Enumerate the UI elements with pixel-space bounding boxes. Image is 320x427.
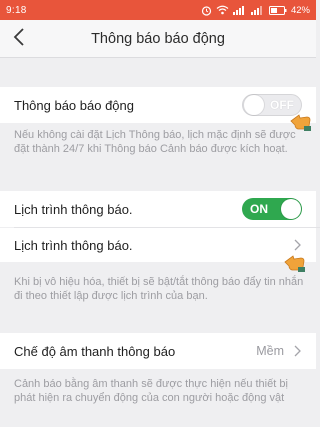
status-time: 9:18 [6,4,27,16]
alarm-hint-text: Nếu không cài đặt Lịch Thông báo, lịch m… [14,129,296,155]
signal-icon [232,5,247,15]
alarm-notification-row: Thông báo báo động OFF [0,87,316,123]
navigation-bar: Thông báo báo động [0,20,316,58]
schedule-toggle-row: Lịch trình thông báo. ON [0,191,316,227]
toggle-on-text: ON [250,202,268,216]
status-icons: 42% [201,5,310,16]
back-button[interactable] [6,24,32,54]
sound-mode-value: Mềm [256,344,284,358]
signal-icon-2 [250,5,265,15]
wifi-icon [216,5,229,15]
schedule-hint-text: Khi bị vô hiệu hóa, thiết bị sẽ bật/tắt … [14,276,304,302]
battery-icon [268,5,287,15]
chevron-left-icon [13,28,25,50]
alarm-notification-label: Thông báo báo động [14,97,134,113]
schedule-toggle-label: Lịch trình thông báo. [14,201,133,217]
schedule-link-label: Lịch trình thông báo. [14,237,133,253]
toggle-knob [244,95,264,115]
alarm-clock-icon [201,5,212,16]
sound-hint-text: Cảnh báo bằng âm thanh sẽ được thực hiện… [14,378,288,404]
schedule-link-row[interactable]: Lịch trình thông báo. [0,228,316,262]
toggle-knob [281,199,301,219]
battery-percent: 42% [290,4,310,16]
sound-mode-row[interactable]: Chế độ âm thanh thông báo Mềm [0,333,316,369]
pointing-hand-icon [284,253,306,273]
schedule-toggle[interactable]: ON [242,198,302,220]
sound-mode-label: Chế độ âm thanh thông báo [14,343,176,359]
chevron-right-icon [292,239,302,251]
page-title: Thông báo báo động [91,30,225,47]
status-bar: 9:18 42% [0,0,316,20]
chevron-right-icon [292,345,302,357]
